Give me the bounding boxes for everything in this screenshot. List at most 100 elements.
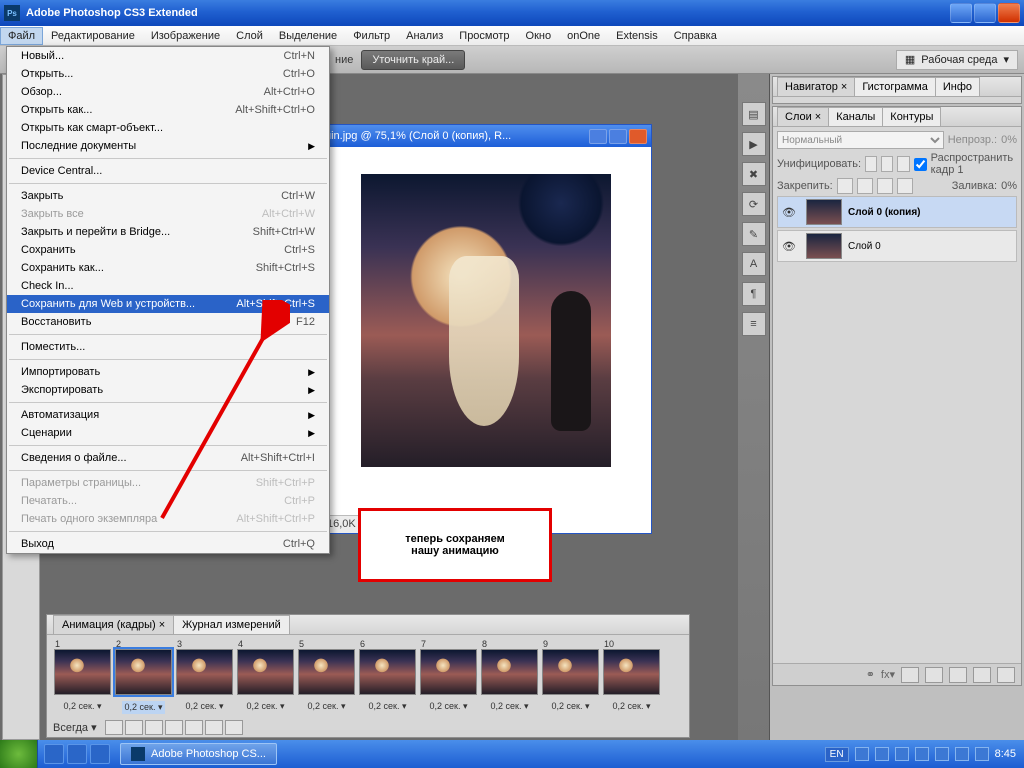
next-frame-button[interactable] [165, 720, 183, 735]
menu-выделение[interactable]: Выделение [271, 27, 345, 45]
layer-row[interactable]: 👁Слой 0 [777, 230, 1017, 262]
tray-icon[interactable] [895, 747, 909, 761]
lock-pixels-icon[interactable] [857, 178, 873, 194]
menu-файл[interactable]: Файл [0, 27, 43, 45]
dock-icon[interactable]: A [742, 252, 766, 276]
menu-item[interactable]: Check In... [7, 277, 329, 295]
tray-icon[interactable] [935, 747, 949, 761]
quicklaunch-icon[interactable] [67, 744, 87, 764]
tab-measurement-log[interactable]: Журнал измерений [173, 615, 290, 634]
menu-item[interactable]: Закрыть и перейти в Bridge...Shift+Ctrl+… [7, 223, 329, 241]
menu-окно[interactable]: Окно [518, 27, 560, 45]
unify-style-icon[interactable] [897, 156, 909, 172]
tray-icon[interactable] [875, 747, 889, 761]
menu-item[interactable]: Обзор...Alt+Ctrl+O [7, 83, 329, 101]
menu-item[interactable]: Импортировать▶ [7, 363, 329, 381]
lock-position-icon[interactable] [877, 178, 893, 194]
dock-icon[interactable]: ▶ [742, 132, 766, 156]
taskbar-task-photoshop[interactable]: Adobe Photoshop CS... [120, 743, 277, 765]
workspace-selector[interactable]: ▦ Рабочая среда ▾ [896, 50, 1018, 70]
loop-selector[interactable]: Всегда ▾ [53, 721, 97, 734]
tab-layers[interactable]: Слои × [777, 107, 829, 126]
tab-histogram[interactable]: Гистограмма [854, 77, 936, 96]
unify-visibility-icon[interactable] [881, 156, 893, 172]
fill-value[interactable]: 0% [1001, 180, 1017, 192]
window-minimize-button[interactable] [950, 3, 972, 23]
animation-frame[interactable]: 40,2 сек. ▾ [236, 639, 295, 714]
tween-button[interactable] [185, 720, 203, 735]
menu-item[interactable]: Сценарии▶ [7, 424, 329, 442]
propagate-checkbox[interactable] [914, 158, 927, 171]
menu-extensis[interactable]: Extensis [608, 27, 666, 45]
quicklaunch-icon[interactable] [44, 744, 64, 764]
menu-справка[interactable]: Справка [666, 27, 725, 45]
menubar[interactable]: ФайлРедактированиеИзображениеСлойВыделен… [0, 26, 1024, 46]
lock-all-icon[interactable] [897, 178, 913, 194]
tab-channels[interactable]: Каналы [828, 107, 883, 126]
animation-frame[interactable]: 10,2 сек. ▾ [53, 639, 112, 714]
document-canvas[interactable] [335, 147, 637, 493]
visibility-eye-icon[interactable]: 👁 [778, 240, 800, 253]
animation-frame[interactable]: 80,2 сек. ▾ [480, 639, 539, 714]
new-layer-icon[interactable] [973, 667, 991, 683]
blend-mode-select[interactable]: Нормальный [777, 131, 944, 149]
animation-frame[interactable]: 90,2 сек. ▾ [541, 639, 600, 714]
dock-icon[interactable]: ≡ [742, 312, 766, 336]
menu-просмотр[interactable]: Просмотр [451, 27, 517, 45]
animation-frame[interactable]: 70,2 сек. ▾ [419, 639, 478, 714]
animation-frame[interactable]: 20,2 сек. ▾ [114, 639, 173, 714]
play-button[interactable] [145, 720, 163, 735]
menu-item[interactable]: СохранитьCtrl+S [7, 241, 329, 259]
start-button[interactable] [0, 740, 38, 768]
menu-item[interactable]: Последние документы▶ [7, 137, 329, 155]
unify-position-icon[interactable] [865, 156, 877, 172]
adjustment-layer-icon[interactable] [925, 667, 943, 683]
menu-item[interactable]: ВыходCtrl+Q [7, 535, 329, 553]
layer-mask-icon[interactable] [901, 667, 919, 683]
menu-item[interactable]: Сохранить как...Shift+Ctrl+S [7, 259, 329, 277]
refine-edge-button[interactable]: Уточнить край... [361, 50, 465, 70]
window-maximize-button[interactable] [974, 3, 996, 23]
file-menu-dropdown[interactable]: Новый...Ctrl+NОткрыть...Ctrl+OОбзор...Al… [6, 46, 330, 554]
link-layers-icon[interactable]: ⚭ [866, 668, 875, 681]
menu-анализ[interactable]: Анализ [398, 27, 451, 45]
tray-icon[interactable] [975, 747, 989, 761]
menu-редактирование[interactable]: Редактирование [43, 27, 143, 45]
layer-row[interactable]: 👁Слой 0 (копия) [777, 196, 1017, 228]
animation-frame[interactable]: 100,2 сек. ▾ [602, 639, 661, 714]
menu-item[interactable]: Открыть...Ctrl+O [7, 65, 329, 83]
first-frame-button[interactable] [105, 720, 123, 735]
menu-слой[interactable]: Слой [228, 27, 271, 45]
menu-item[interactable]: Открыть как смарт-объект... [7, 119, 329, 137]
delete-frame-button[interactable] [225, 720, 243, 735]
menu-item[interactable]: Device Central... [7, 162, 329, 180]
tray-icon[interactable] [855, 747, 869, 761]
document-titlebar[interactable]: uin.jpg @ 75,1% (Слой 0 (копия), R... [321, 125, 651, 147]
trash-icon[interactable] [997, 667, 1015, 683]
dock-icon[interactable]: ¶ [742, 282, 766, 306]
menu-item[interactable]: ЗакрытьCtrl+W [7, 187, 329, 205]
menu-item[interactable]: Сведения о файле...Alt+Shift+Ctrl+I [7, 449, 329, 467]
dock-icon[interactable]: ✎ [742, 222, 766, 246]
menu-onone[interactable]: onOne [559, 27, 608, 45]
group-icon[interactable] [949, 667, 967, 683]
layer-fx-icon[interactable]: fx▾ [881, 668, 895, 681]
tray-icon[interactable] [955, 747, 969, 761]
doc-close-button[interactable] [629, 129, 647, 144]
opacity-value[interactable]: 0% [1001, 134, 1017, 146]
quicklaunch-icon[interactable] [90, 744, 110, 764]
menu-изображение[interactable]: Изображение [143, 27, 228, 45]
tab-info[interactable]: Инфо [935, 77, 980, 96]
tab-paths[interactable]: Контуры [882, 107, 941, 126]
lock-transparent-icon[interactable] [837, 178, 853, 194]
menu-item[interactable]: Поместить... [7, 338, 329, 356]
language-indicator[interactable]: EN [825, 747, 849, 762]
tray-icon[interactable] [915, 747, 929, 761]
tab-navigator[interactable]: Навигатор × [777, 77, 855, 96]
animation-frame[interactable]: 30,2 сек. ▾ [175, 639, 234, 714]
visibility-eye-icon[interactable]: 👁 [778, 206, 800, 219]
window-close-button[interactable] [998, 3, 1020, 23]
tab-animation[interactable]: Анимация (кадры) × [53, 615, 174, 634]
menu-item[interactable]: ВосстановитьF12 [7, 313, 329, 331]
menu-item[interactable]: Экспортировать▶ [7, 381, 329, 399]
